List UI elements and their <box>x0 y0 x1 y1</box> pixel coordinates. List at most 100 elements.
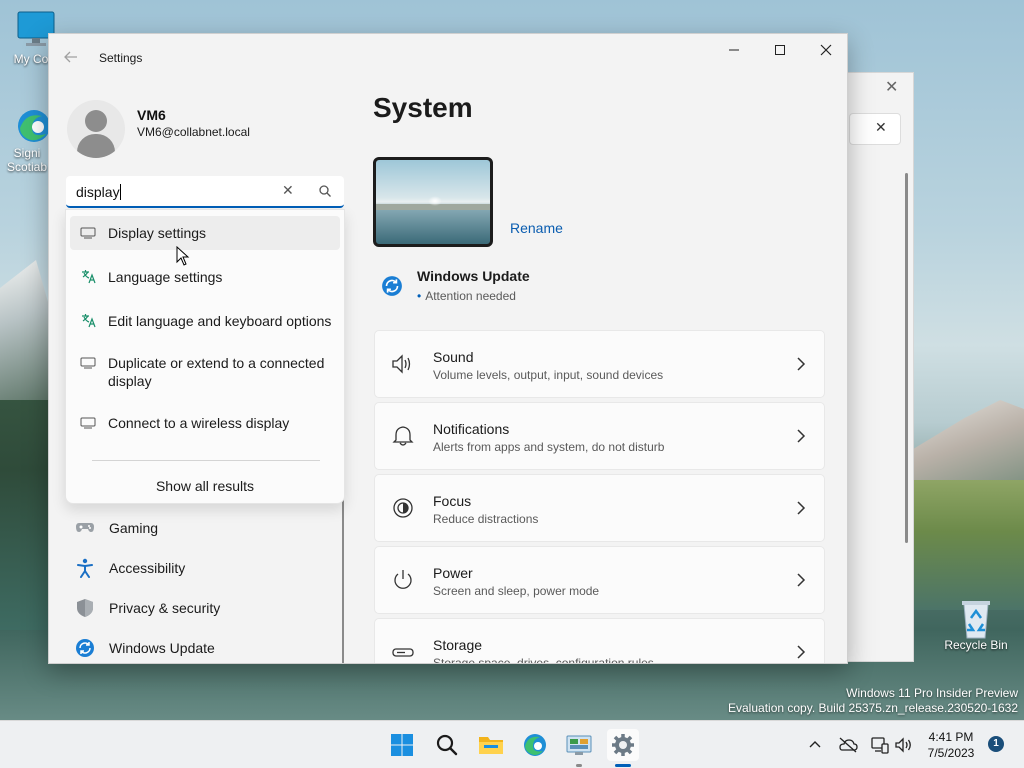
taskbar-file-explorer[interactable] <box>475 729 507 761</box>
card-title: Notifications <box>433 421 510 437</box>
card-subtitle: Storage space, drives, configuration rul… <box>433 656 654 664</box>
show-all-results-button[interactable]: Show all results <box>66 478 344 494</box>
taskbar: 4:41 PM 7/5/2023 1 <box>0 720 1024 768</box>
settings-card-sound[interactable]: Sound Volume levels, output, input, soun… <box>374 330 825 398</box>
storage-icon <box>392 648 414 657</box>
taskbar-control-panel[interactable] <box>563 729 595 761</box>
search-results-dropdown: Display settings Language settings Edit … <box>65 209 345 504</box>
update-icon <box>382 276 402 296</box>
search-result-duplicate-extend[interactable]: Duplicate or extend to a connected displ… <box>70 346 340 396</box>
desktop-icon-recycle-bin[interactable]: Recycle Bin <box>944 596 1008 652</box>
sidebar-item-privacy-security[interactable]: Privacy & security <box>71 590 341 626</box>
card-title: Focus <box>433 493 472 509</box>
card-subtitle: Reduce distractions <box>433 512 539 526</box>
status-dot: • <box>417 289 422 303</box>
avatar-head <box>85 110 107 132</box>
wallpaper-field <box>905 480 1024 610</box>
sidebar-item-label: Privacy & security <box>109 600 221 616</box>
search-input-value: display <box>76 184 121 200</box>
device-wallpaper-thumbnail[interactable] <box>373 157 493 247</box>
windows-update-title[interactable]: Windows Update <box>417 268 530 284</box>
running-indicator <box>576 764 582 767</box>
desktop-icon-label: Recycle Bin <box>944 638 1008 652</box>
chevron-right-icon <box>797 645 806 659</box>
close-icon <box>820 44 832 56</box>
start-button[interactable] <box>386 729 418 761</box>
desktop-icon-label: Signi Scotiab <box>6 146 48 174</box>
taskbar-clock[interactable]: 4:41 PM 7/5/2023 <box>920 729 982 761</box>
active-indicator <box>615 764 631 767</box>
chevron-right-icon <box>797 429 806 443</box>
minimize-button[interactable] <box>711 34 757 66</box>
update-icon <box>76 639 94 657</box>
clear-icon[interactable]: ✕ <box>875 119 887 136</box>
card-title: Power <box>433 565 473 581</box>
window-title: Settings <box>99 51 143 65</box>
network-icon[interactable] <box>870 736 890 754</box>
search-result-display-settings[interactable]: Display settings <box>70 216 340 250</box>
search-result-label: Duplicate or extend to a connected displ… <box>108 355 325 389</box>
divider <box>92 460 320 461</box>
speaker-icon <box>392 354 411 374</box>
card-subtitle: Alerts from apps and system, do not dist… <box>433 440 665 454</box>
back-arrow-icon <box>64 51 77 63</box>
title-bar[interactable]: Settings <box>49 34 847 82</box>
chevron-right-icon <box>797 501 806 515</box>
recycle-bin-icon <box>954 596 998 639</box>
search-result-language-settings[interactable]: Language settings <box>70 260 340 294</box>
search-result-wireless-display[interactable]: Connect to a wireless display <box>70 406 340 440</box>
settings-icon <box>612 734 634 756</box>
control-panel-icon <box>566 735 592 755</box>
onedrive-offline-icon[interactable] <box>838 736 858 754</box>
clear-search-button[interactable]: ✕ <box>282 182 294 199</box>
mouse-cursor-icon <box>176 246 190 266</box>
card-title: Storage <box>433 637 483 653</box>
watermark-line: Windows 11 Pro Insider Preview <box>846 686 1018 700</box>
search-icon[interactable] <box>318 184 332 198</box>
taskbar-settings[interactable] <box>607 729 639 761</box>
clock-date: 7/5/2023 <box>927 746 975 760</box>
windows-update-status: • Attention needed <box>417 289 516 303</box>
maximize-button[interactable] <box>757 34 803 66</box>
sidebar-item-accessibility[interactable]: Accessibility <box>71 550 341 586</box>
accessibility-icon <box>77 558 93 578</box>
sidebar-item-label: Windows Update <box>109 640 215 656</box>
background-window[interactable]: ✕ ✕ <box>840 72 914 662</box>
search-result-label: Language settings <box>108 269 223 285</box>
language-icon <box>82 270 96 284</box>
thumbnail-sun <box>428 196 442 206</box>
chevron-right-icon <box>797 573 806 587</box>
text-caret <box>119 184 121 200</box>
sidebar-item-gaming[interactable]: Gaming <box>71 510 341 546</box>
monitor-icon <box>80 417 96 429</box>
settings-card-notifications[interactable]: Notifications Alerts from apps and syste… <box>374 402 825 470</box>
chevron-up-icon[interactable] <box>808 738 822 752</box>
language-icon <box>82 314 96 328</box>
volume-icon[interactable] <box>894 736 914 754</box>
sidebar-item-windows-update[interactable]: Windows Update <box>71 630 341 663</box>
card-subtitle: Volume levels, output, input, sound devi… <box>433 368 664 382</box>
evaluation-watermark: Windows 11 Pro Insider Preview Evaluatio… <box>728 686 1018 716</box>
page-title: System <box>373 92 473 123</box>
focus-icon <box>393 498 413 518</box>
back-button[interactable] <box>63 50 83 68</box>
avatar-body <box>77 134 115 158</box>
settings-card-focus[interactable]: Focus Reduce distractions <box>374 474 825 542</box>
settings-card-power[interactable]: Power Screen and sleep, power mode <box>374 546 825 614</box>
scrollbar[interactable] <box>905 173 908 543</box>
search-result-label: Display settings <box>108 225 207 241</box>
taskbar-edge[interactable] <box>519 729 551 761</box>
sidebar: VM6 VM6@collabnet.local display ✕ Displa… <box>49 82 359 663</box>
close-button[interactable] <box>803 34 847 66</box>
user-email: VM6@collabnet.local <box>137 125 250 139</box>
rename-link[interactable]: Rename <box>510 220 563 236</box>
sidebar-item-label: Accessibility <box>109 560 186 576</box>
taskbar-search-button[interactable] <box>431 729 463 761</box>
notification-badge[interactable]: 1 <box>988 736 1004 752</box>
avatar[interactable] <box>67 100 125 158</box>
close-icon[interactable]: ✕ <box>885 77 898 97</box>
settings-card-storage[interactable]: Storage Storage space, drives, configura… <box>374 618 825 664</box>
watermark-line: Evaluation copy. Build 25375.zn_release.… <box>728 701 1018 715</box>
search-result-edit-language[interactable]: Edit language and keyboard options <box>70 304 340 338</box>
search-input[interactable]: display ✕ <box>66 176 344 208</box>
